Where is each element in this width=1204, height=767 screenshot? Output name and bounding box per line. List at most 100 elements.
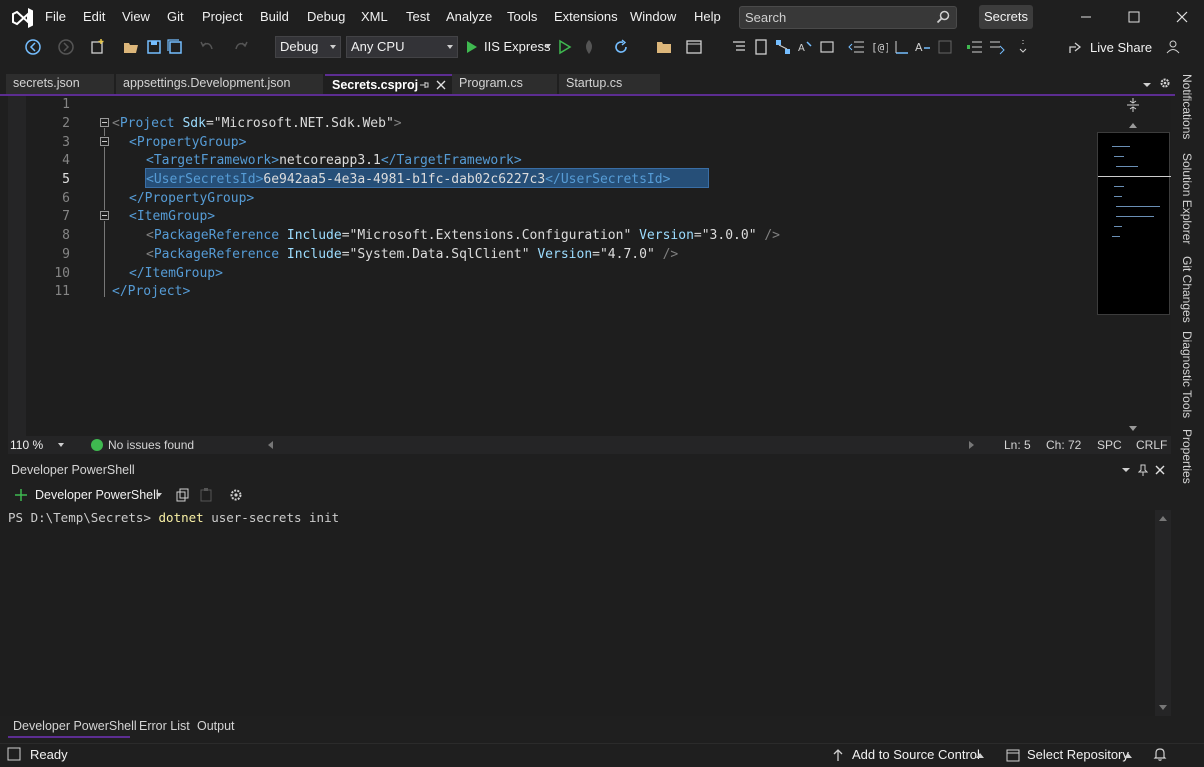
rail-solution-explorer[interactable]: Solution Explorer [1180, 153, 1194, 244]
panel-tab-output[interactable]: Output [197, 717, 235, 735]
terminal-scrollbar[interactable] [1155, 510, 1171, 716]
scroll-up-icon[interactable] [1128, 121, 1138, 129]
folder-icon[interactable] [655, 38, 673, 56]
menu-project[interactable]: Project [202, 8, 242, 26]
column-indicator[interactable]: Ch: 72 [1046, 437, 1081, 453]
rail-properties[interactable]: Properties [1180, 429, 1194, 484]
token: = [341, 247, 350, 262]
collapse-itemgroup-icon[interactable] [100, 211, 109, 220]
redo-icon[interactable] [232, 38, 250, 56]
line-indicator[interactable]: Ln: 5 [1004, 437, 1031, 453]
window-layout-icon[interactable] [685, 38, 703, 56]
notifications-bell-icon[interactable] [1152, 746, 1168, 762]
tab-appsettings-development-json[interactable]: appsettings.Development.json [116, 74, 323, 94]
scroll-up-icon[interactable] [1158, 514, 1168, 522]
menu-tools[interactable]: Tools [507, 8, 537, 26]
toggle-bookmark-icon[interactable] [966, 38, 984, 56]
output-window-icon[interactable] [7, 747, 21, 761]
panel-tab-developer-powershell[interactable]: Developer PowerShell [13, 717, 137, 735]
configuration-dropdown[interactable]: Debug [275, 36, 341, 58]
maximize-icon[interactable] [1121, 6, 1147, 28]
menu-window[interactable]: Window [630, 8, 676, 26]
diagram-icon[interactable] [774, 38, 792, 56]
close-tab-icon[interactable] [436, 80, 446, 90]
save-all-icon[interactable] [166, 38, 184, 56]
settings-gear-icon[interactable] [229, 488, 243, 502]
refresh-icon[interactable] [612, 38, 630, 56]
open-file-icon[interactable] [122, 38, 140, 56]
new-project-icon[interactable] [89, 38, 107, 56]
menu-file[interactable]: File [45, 8, 66, 26]
menu-help[interactable]: Help [694, 8, 721, 26]
outdent-icon[interactable] [848, 38, 866, 56]
menu-view[interactable]: View [122, 8, 150, 26]
menu-build[interactable]: Build [260, 8, 289, 26]
line-ending-indicator[interactable]: CRLF [1136, 437, 1167, 453]
terminal-command-line: PS D:\Temp\Secrets> dotnet user-secrets … [8, 509, 339, 526]
collapse-project-icon[interactable] [100, 118, 109, 127]
rail-diagnostic-tools[interactable]: Diagnostic Tools [1180, 331, 1194, 418]
pin-icon[interactable] [419, 80, 429, 90]
search-box[interactable]: Search [739, 6, 957, 29]
pin-icon[interactable] [1138, 464, 1148, 476]
menu-edit[interactable]: Edit [83, 8, 105, 26]
menu-analyze[interactable]: Analyze [446, 8, 492, 26]
comment-out-icon[interactable] [892, 38, 910, 56]
uncomment-icon[interactable]: A [914, 38, 932, 56]
scroll-left-icon[interactable] [266, 440, 274, 450]
solution-name-badge[interactable]: Secrets [979, 5, 1033, 29]
start-without-debugging-icon[interactable] [556, 38, 574, 56]
rail-notifications[interactable]: Notifications [1180, 74, 1194, 139]
scroll-down-icon[interactable] [1158, 704, 1168, 712]
toolbar-overflow-icon[interactable] [1014, 38, 1032, 56]
minimize-icon[interactable] [1073, 6, 1099, 28]
undo-icon[interactable] [198, 38, 216, 56]
snippet-icon[interactable]: [@] [870, 38, 888, 56]
issues-status[interactable]: No issues found [108, 437, 194, 453]
copy-icon[interactable] [176, 488, 190, 502]
scroll-down-icon[interactable] [1128, 425, 1138, 433]
menu-xml[interactable]: XML [361, 8, 388, 26]
split-editor-icon[interactable] [1126, 98, 1140, 112]
chevron-up-icon [976, 753, 984, 758]
tab-overflow-dropdown-icon[interactable] [1142, 80, 1152, 90]
terminal-output[interactable] [0, 510, 1171, 716]
bookmark-icon[interactable] [936, 38, 954, 56]
live-share-label: Live Share [1090, 40, 1153, 55]
save-icon[interactable] [145, 38, 163, 56]
menu-extensions[interactable]: Extensions [554, 8, 618, 26]
tab-secrets-json[interactable]: secrets.json [6, 74, 114, 94]
visual-studio-logo-icon[interactable] [10, 6, 36, 30]
tab-secrets-csproj[interactable]: Secrets.csproj [325, 74, 452, 94]
tab-startup-cs[interactable]: Startup.cs [559, 74, 660, 94]
hot-reload-icon[interactable] [580, 38, 598, 56]
play-icon [467, 41, 477, 53]
rail-git-changes[interactable]: Git Changes [1180, 256, 1194, 323]
window-position-dropdown-icon[interactable] [1121, 466, 1131, 474]
code-minimap[interactable] [1097, 132, 1171, 315]
menu-git[interactable]: Git [167, 8, 184, 26]
comment-icon[interactable] [818, 38, 836, 56]
paste-icon[interactable] [199, 488, 213, 502]
menu-debug[interactable]: Debug [307, 8, 345, 26]
navigate-forward-icon[interactable] [57, 38, 75, 56]
token: PackageReference [153, 228, 280, 243]
tab-program-cs[interactable]: Program.cs [452, 74, 557, 94]
gear-icon[interactable] [1159, 77, 1171, 89]
zoom-dropdown[interactable]: 110 % [8, 437, 68, 453]
platform-dropdown[interactable]: Any CPU [346, 36, 458, 58]
collapse-propertygroup-icon[interactable] [100, 137, 109, 146]
whitespace-indicator[interactable]: SPC [1097, 437, 1122, 453]
menu-test[interactable]: Test [406, 8, 430, 26]
bookmark-list-icon[interactable] [988, 38, 1006, 56]
scroll-right-icon[interactable] [968, 440, 976, 450]
line-number: 6 [62, 191, 70, 206]
navigate-back-icon[interactable] [24, 38, 42, 56]
account-feedback-icon[interactable] [1165, 38, 1183, 56]
close-icon[interactable] [1169, 6, 1195, 28]
format-document-icon[interactable] [730, 38, 748, 56]
close-panel-icon[interactable] [1155, 465, 1165, 475]
panel-tab-error-list[interactable]: Error List [139, 717, 190, 735]
document-icon[interactable] [752, 38, 770, 56]
class-diagram-icon[interactable]: A [796, 38, 814, 56]
